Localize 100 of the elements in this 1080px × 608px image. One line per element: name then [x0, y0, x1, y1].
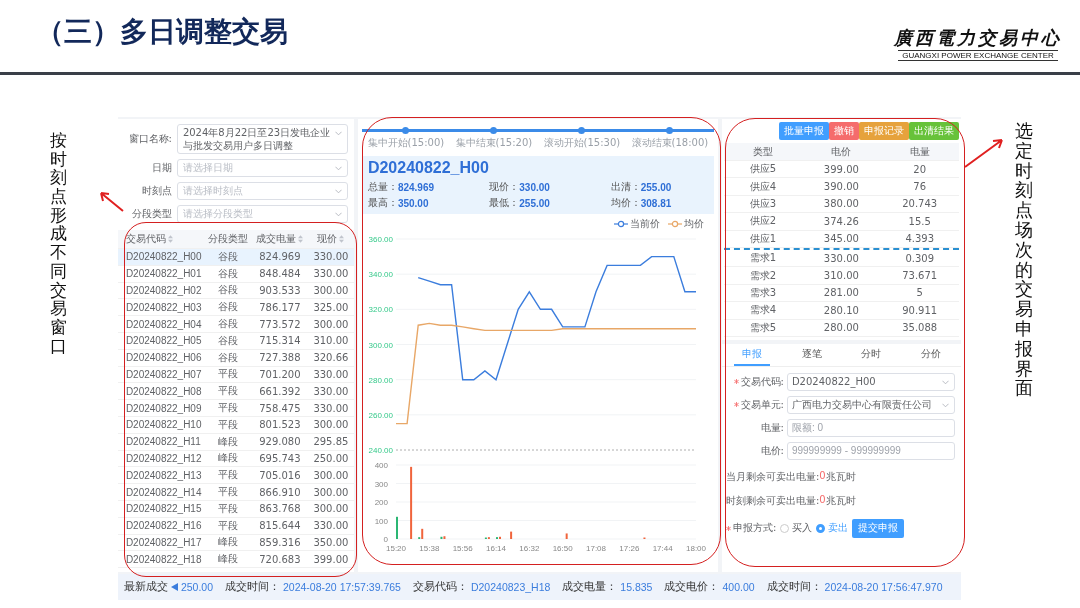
axis-tick-label: 340.00: [368, 270, 393, 280]
stat-value: 330.00: [519, 181, 550, 193]
field-label: 交易单元:: [733, 397, 784, 412]
axis-tick-label: 15:20: [385, 544, 406, 553]
field-label: 分段类型: [130, 206, 172, 221]
table-row[interactable]: D20240822_H06 谷段 727.388 320.66: [117, 349, 354, 367]
caret-icon: [941, 379, 949, 385]
table-row[interactable]: D20240822_H12 峰段 695.743 250.00: [117, 450, 354, 468]
tab[interactable]: 分时: [853, 343, 890, 366]
sort-icon[interactable]: [298, 235, 304, 243]
column-header[interactable]: 分段类型: [207, 232, 248, 246]
step-label: 滚动结束(18:00): [631, 136, 709, 150]
axis-tick-label: 260.00: [368, 410, 393, 420]
axis-tick-label: 300.00: [368, 340, 393, 350]
sort-icon[interactable]: [339, 235, 345, 243]
field-label: 申报方式:: [725, 521, 777, 536]
table-cell-text: 供应1: [748, 231, 778, 246]
tab[interactable]: 分价: [913, 343, 949, 366]
table-cell-text: 35.088: [901, 322, 939, 334]
table-cell-text: 390.00: [822, 181, 860, 193]
select-field[interactable]: 2024年8月22日至23日发电企业与批发交易用户多日调整: [176, 124, 348, 154]
table-row[interactable]: D20240822_H00 谷段 824.969 330.00: [117, 249, 354, 266]
arrow-icon: [964, 138, 1004, 168]
axis-tick-label: 16:50: [552, 544, 573, 553]
table-row[interactable]: D20240822_H02 谷段 903.533 300.00: [117, 282, 354, 300]
axis-tick-label: 18:00: [685, 544, 706, 553]
ticker-value: 400.00: [722, 581, 755, 594]
table-row[interactable]: D20240822_H16 平段 815.644 330.00: [117, 517, 354, 535]
volume-bar: [565, 533, 568, 539]
ticker-label: 最新成交: [123, 580, 168, 595]
ticker-label: 成交时间：: [766, 580, 822, 595]
field-label: 窗口名称:: [127, 132, 172, 146]
table-cell-text: 供应5: [748, 162, 778, 177]
axis-tick-label: 17:44: [652, 544, 673, 553]
table-cell-text: 供应3: [748, 196, 778, 211]
table-cell-text: 需求4: [748, 303, 778, 318]
required-icon: [733, 379, 739, 385]
step-label: 集中结束(15:20): [455, 136, 533, 150]
axis-tick-label: 15:38: [419, 544, 440, 553]
ticker-label: 成交时间：: [225, 580, 280, 595]
table-cell-text: 20.743: [901, 198, 939, 210]
tab[interactable]: 逐笔: [793, 343, 830, 366]
input-field[interactable]: 限额: 0: [786, 418, 955, 437]
axis-tick-label: 400: [374, 461, 388, 470]
radio-button[interactable]: [816, 523, 826, 533]
table-row[interactable]: D20240822_H14 平段 866.910 300.00: [117, 484, 354, 501]
table-row[interactable]: D20240822_H11 峰段 929.080 295.85: [117, 433, 354, 451]
logo-name: 廣西電力交易中心: [894, 25, 1062, 50]
table-cell-text: 399.00: [822, 163, 860, 175]
legend-label[interactable]: 当前价: [629, 217, 660, 231]
table-cell-text: 15.5: [907, 215, 932, 227]
table-row[interactable]: D20240822_H17 峰段 859.316 350.00: [117, 534, 354, 552]
stat-label: 出清：: [610, 180, 641, 194]
table-row[interactable]: D20240822_H13 平段 705.016 300.00: [117, 467, 354, 485]
field-label: 日期: [150, 160, 172, 175]
stat-label: 现价：: [489, 180, 520, 194]
annotation-text: 按时刻点形成不同交易窗口: [50, 131, 68, 358]
column-header[interactable]: 成交电量: [256, 232, 304, 246]
table-row[interactable]: D20240822_H07 平段 701.200 330.00: [117, 366, 354, 384]
limit-unit: 兆瓦时: [825, 469, 856, 484]
ticker-value: 250.00: [180, 581, 213, 594]
stat-label: 总量：: [367, 180, 398, 194]
arrow-icon: [98, 190, 124, 212]
column-header[interactable]: 交易代码: [125, 232, 173, 246]
table-row[interactable]: D20240822_H08 平段 661.392 330.00: [117, 383, 354, 401]
stat-label: 最高：: [367, 196, 398, 210]
stat-value: 308.81: [640, 197, 672, 209]
radio-label[interactable]: 买入: [792, 521, 813, 536]
limit-unit: 兆瓦时: [825, 493, 856, 508]
table-cell-text: 供应4: [748, 179, 778, 194]
table-row[interactable]: D20240822_H15 平段 863.768 300.00: [117, 500, 354, 518]
table-row[interactable]: D20240822_H04 谷段 773.572 300.00: [117, 316, 354, 333]
select-field[interactable]: 广西电力交易中心有限责任公司: [786, 395, 955, 414]
table-cell-text: 20: [912, 163, 928, 175]
stat-label: 均价：: [610, 196, 641, 210]
input-field[interactable]: 999999999 - 999999999: [786, 441, 955, 460]
axis-tick-label: 100: [374, 516, 388, 526]
legend-marker-icon: [667, 220, 682, 228]
annotation-text: 选定时刻点场次的交易申报界面: [1015, 121, 1034, 401]
select-field[interactable]: D20240822_H00: [786, 372, 955, 391]
stat-label: 最低：: [489, 196, 520, 210]
table-row[interactable]: D20240822_H05 谷段 715.314 310.00: [117, 333, 354, 350]
table-cell-text: 345.00: [822, 233, 860, 245]
table-row[interactable]: D20240822_H01 谷段 848.484 330.00: [117, 265, 354, 283]
step-label: 滚动开始(15:30): [543, 136, 621, 150]
ticker-value: 15.835: [620, 581, 653, 594]
step-label: 集中开始(15:00): [367, 136, 445, 150]
table-row[interactable]: D20240822_H09 平段 758.475 330.00: [117, 400, 354, 417]
axis-tick-label: 200: [374, 498, 388, 507]
axis-tick-label: 320.00: [368, 305, 393, 315]
sort-icon[interactable]: [167, 235, 173, 243]
axis-tick-label: 17:08: [585, 544, 606, 553]
table-row[interactable]: D20240822_H18 峰段 720.683 399.00: [117, 551, 354, 569]
table-row[interactable]: D20240822_H10 平段 801.523 300.00: [117, 416, 354, 434]
legend-label[interactable]: 均价: [683, 217, 704, 231]
field-label: 交易代码:: [733, 374, 784, 389]
ticker-label: 成交电价：: [664, 580, 720, 595]
axis-tick-label: 300: [374, 479, 388, 489]
column-header[interactable]: 现价: [317, 232, 345, 246]
table-row[interactable]: D20240822_H03 谷段 786.177 325.00: [117, 299, 354, 317]
